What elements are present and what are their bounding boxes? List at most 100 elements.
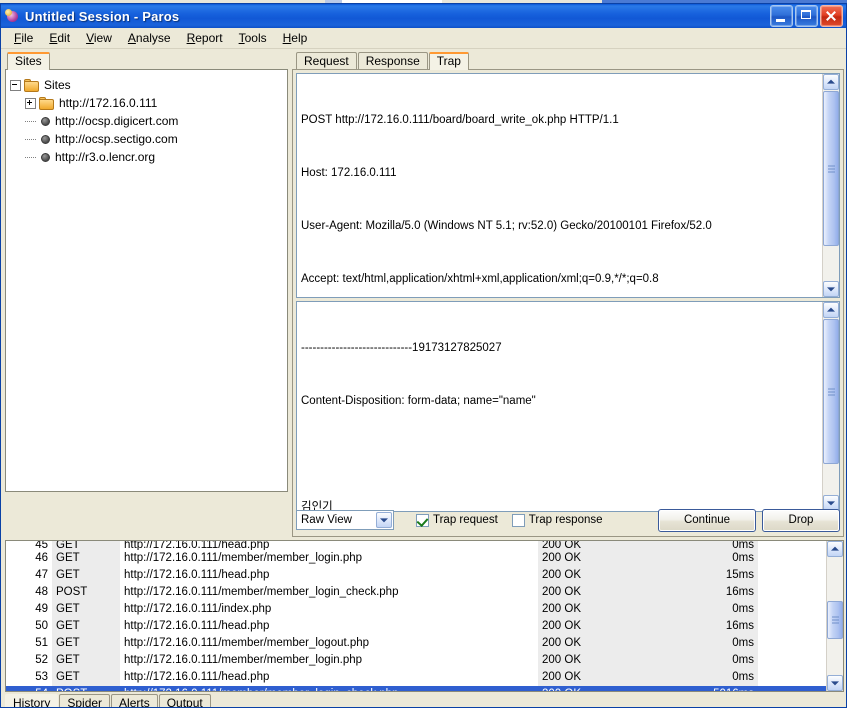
- table-row-selected[interactable]: 54 POST http://172.16.0.111/member/membe…: [6, 686, 826, 691]
- expand-toggle-icon[interactable]: [25, 97, 36, 109]
- tab-request[interactable]: Request: [296, 52, 357, 70]
- tab-trap[interactable]: Trap: [428, 52, 469, 70]
- tab-history[interactable]: History: [5, 694, 59, 707]
- tree-node-ocsp-digicert[interactable]: http://ocsp.digicert.com: [10, 112, 283, 130]
- cell-method: GET: [52, 669, 120, 686]
- cell-pad: [758, 686, 826, 691]
- cell-url: http://172.16.0.111/head.php: [124, 671, 270, 683]
- menu-bar: File Edit View Analyse Report Tools Help: [1, 28, 846, 49]
- request-body-scrollbar[interactable]: [822, 302, 839, 511]
- cell-id: 49: [35, 603, 48, 615]
- leaf-node-icon: [41, 152, 50, 162]
- trap-request-checkbox-wrap[interactable]: Trap request: [416, 513, 498, 527]
- title-bar: Untitled Session - Paros: [1, 4, 846, 28]
- drop-button[interactable]: Drop: [762, 508, 840, 532]
- cell-status: 200 OK: [538, 601, 642, 618]
- request-body-textarea[interactable]: -----------------------------19173127825…: [296, 301, 840, 512]
- cell-method: GET: [52, 652, 120, 669]
- trap-panel: Request Response Trap POST http://172.16…: [292, 51, 844, 537]
- cell-id: 51: [35, 637, 48, 649]
- paros-app-icon: [5, 8, 21, 24]
- folder-icon: [24, 78, 40, 92]
- leaf-node-icon: [41, 116, 50, 126]
- tab-alerts[interactable]: Alerts: [111, 694, 158, 707]
- cell-id: 54: [6, 686, 52, 691]
- menu-help[interactable]: Help: [275, 29, 316, 47]
- tree-node-host[interactable]: http://172.16.0.111: [10, 94, 283, 112]
- scrollbar-thumb[interactable]: [823, 319, 839, 464]
- cell-pad: [758, 618, 826, 635]
- cell-url: http://172.16.0.111/index.php: [124, 603, 272, 615]
- table-row[interactable]: 45 GET http://172.16.0.111/head.php 200 …: [6, 541, 826, 550]
- tree-node-label: http://172.16.0.111: [59, 96, 158, 110]
- window-controls: [768, 5, 843, 27]
- tree-node-label: Sites: [44, 78, 71, 92]
- table-row[interactable]: 51 GET http://172.16.0.111/member/member…: [6, 635, 826, 652]
- cell-status: 200 OK: [538, 635, 642, 652]
- scrollbar-thumb[interactable]: [823, 91, 839, 246]
- close-button[interactable]: [820, 5, 843, 27]
- trap-response-checkbox[interactable]: [511, 513, 525, 527]
- cell-status: 200 OK: [538, 652, 642, 669]
- tab-sites[interactable]: Sites: [7, 52, 50, 70]
- cell-id: 52: [35, 654, 48, 666]
- tab-response[interactable]: Response: [357, 52, 428, 70]
- scroll-up-icon[interactable]: [823, 302, 839, 318]
- scroll-down-icon[interactable]: [827, 675, 843, 691]
- scroll-up-icon[interactable]: [823, 74, 839, 90]
- table-row[interactable]: 48 POST http://172.16.0.111/member/membe…: [6, 584, 826, 601]
- table-row[interactable]: 50 GET http://172.16.0.111/head.php 200 …: [6, 618, 826, 635]
- cell-time: 0ms: [642, 541, 758, 550]
- menu-analyse[interactable]: Analyse: [120, 29, 179, 47]
- cell-method: GET: [52, 601, 120, 618]
- continue-button[interactable]: Continue: [658, 508, 756, 532]
- trap-response-checkbox-wrap[interactable]: Trap response: [511, 513, 603, 527]
- app-root: Untitled Session - Paros File Edit View …: [0, 0, 847, 708]
- minimize-button[interactable]: [770, 5, 793, 27]
- sites-tabstrip: Sites: [7, 51, 51, 70]
- table-row[interactable]: 47 GET http://172.16.0.111/head.php 200 …: [6, 567, 826, 584]
- scroll-up-icon[interactable]: [827, 541, 843, 557]
- request-header-scrollbar[interactable]: [822, 74, 839, 297]
- tab-output[interactable]: Output: [158, 694, 211, 707]
- cell-pad: [758, 635, 826, 652]
- history-scrollbar[interactable]: [826, 541, 843, 691]
- history-panel: 45 GET http://172.16.0.111/head.php 200 …: [5, 540, 844, 692]
- tab-spider[interactable]: Spider: [59, 694, 111, 707]
- menu-edit[interactable]: Edit: [41, 29, 78, 47]
- cell-url: http://172.16.0.111/member/member_login.…: [124, 654, 363, 666]
- trap-tabstrip: Request Response Trap: [296, 51, 470, 70]
- tree-node-sites[interactable]: Sites: [10, 76, 283, 94]
- cell-status: 200 OK: [538, 541, 642, 550]
- cell-method: GET: [52, 550, 120, 567]
- table-row[interactable]: 53 GET http://172.16.0.111/head.php 200 …: [6, 669, 826, 686]
- maximize-button[interactable]: [795, 5, 818, 27]
- view-mode-select[interactable]: Raw View: [296, 510, 394, 530]
- cell-method: GET: [52, 567, 120, 584]
- table-row[interactable]: 46 GET http://172.16.0.111/member/member…: [6, 550, 826, 567]
- tree-node-ocsp-sectigo[interactable]: http://ocsp.sectigo.com: [10, 130, 283, 148]
- chevron-down-icon[interactable]: [376, 512, 392, 528]
- tabstrip-filler: [211, 694, 844, 707]
- sites-panel: Sites Sites http://172.16.0.111 http://o…: [5, 51, 288, 492]
- cell-time: 0ms: [642, 669, 758, 686]
- cell-status: 200 OK: [538, 686, 642, 691]
- scrollbar-thumb[interactable]: [827, 601, 843, 639]
- request-header-text: POST http://172.16.0.111/board/board_wri…: [301, 114, 712, 285]
- request-header-textarea[interactable]: POST http://172.16.0.111/board/board_wri…: [296, 73, 840, 298]
- cell-status: 200 OK: [538, 618, 642, 635]
- table-row[interactable]: 52 GET http://172.16.0.111/member/member…: [6, 652, 826, 669]
- scroll-down-icon[interactable]: [823, 281, 839, 297]
- menu-report[interactable]: Report: [179, 29, 231, 47]
- tree-node-r3-lencr[interactable]: http://r3.o.lencr.org: [10, 148, 283, 166]
- menu-file[interactable]: File: [6, 29, 41, 47]
- collapse-toggle-icon[interactable]: [10, 79, 21, 91]
- cell-time: 0ms: [642, 550, 758, 567]
- menu-view[interactable]: View: [78, 29, 120, 47]
- trap-request-checkbox[interactable]: [416, 513, 429, 527]
- trap-toolbar: Raw View Trap request Trap response Cont…: [296, 507, 840, 533]
- bottom-tabstrip: History Spider Alerts Output: [5, 694, 844, 707]
- tree-node-label: http://ocsp.digicert.com: [55, 114, 179, 128]
- menu-tools[interactable]: Tools: [231, 29, 275, 47]
- table-row[interactable]: 49 GET http://172.16.0.111/index.php 200…: [6, 601, 826, 618]
